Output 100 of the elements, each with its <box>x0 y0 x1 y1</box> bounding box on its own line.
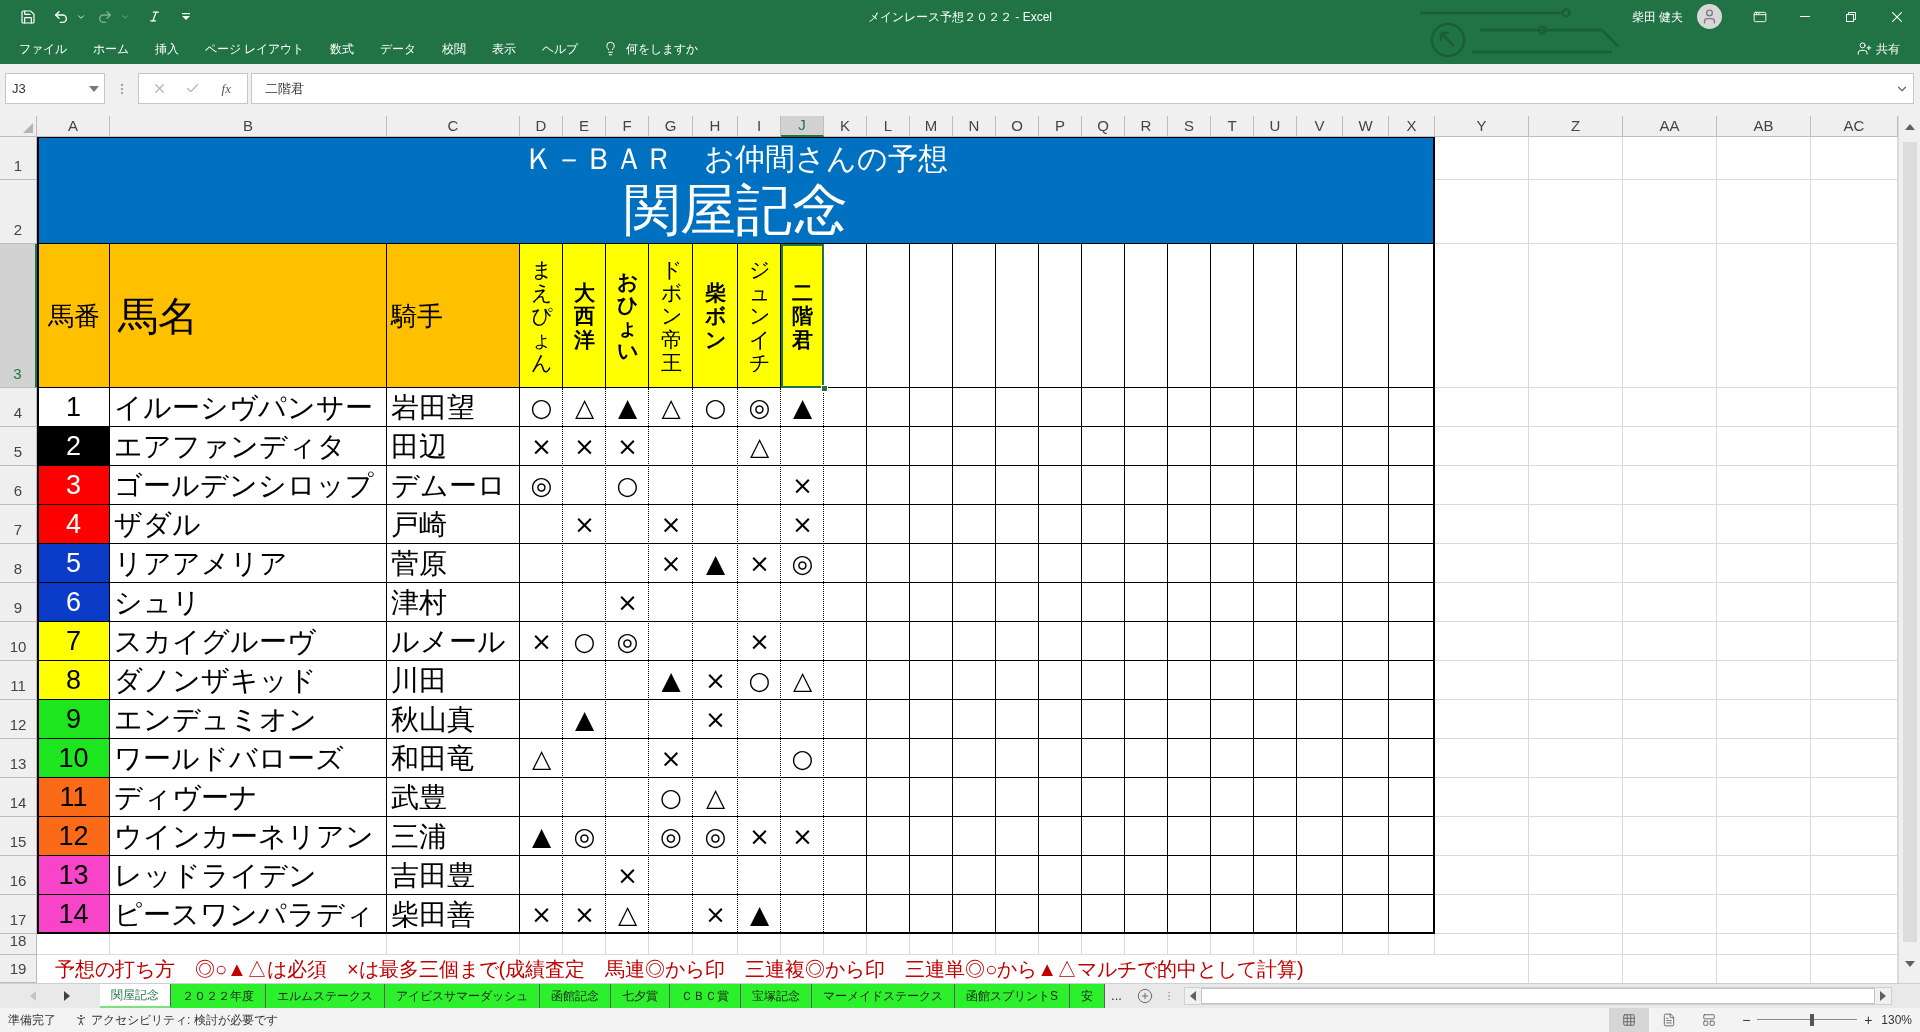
sheet-tab[interactable]: マーメイドステークス <box>812 984 955 1008</box>
horizontal-scrollbar[interactable] <box>1183 987 1892 1005</box>
sheet-tab[interactable]: 関屋記念 <box>100 984 171 1008</box>
column-header[interactable]: AC <box>1811 116 1898 137</box>
prediction-mark: × <box>531 434 552 459</box>
zoom-level-button[interactable]: 130% <box>1881 1011 1912 1029</box>
row-header[interactable]: 5 <box>0 427 37 466</box>
row-header[interactable]: 10 <box>0 622 37 661</box>
sheet-tab[interactable]: ＣＢＣ賞 <box>670 984 741 1008</box>
column-header[interactable]: N <box>953 116 996 137</box>
share-button[interactable]: 共有 <box>1857 35 1900 62</box>
ribbon-tab[interactable]: ヘルプ <box>529 35 592 62</box>
column-header[interactable]: O <box>996 116 1039 137</box>
column-header[interactable]: U <box>1254 116 1297 137</box>
sheet-tab[interactable]: エルムステークス <box>266 984 385 1008</box>
horse-name: シュリ <box>114 588 201 617</box>
ribbon-tab[interactable]: 挿入 <box>142 35 192 62</box>
row-header[interactable]: 11 <box>0 661 37 700</box>
sheet-tab[interactable]: 宝塚記念 <box>741 984 812 1008</box>
prediction-mark: × <box>617 863 638 888</box>
row-header[interactable]: 12 <box>0 700 37 739</box>
ribbon-tab[interactable]: ページ レイアウト <box>192 35 318 62</box>
row-header[interactable]: 15 <box>0 817 37 856</box>
row-header[interactable]: 17 <box>0 895 37 934</box>
column-header[interactable]: L <box>867 116 910 137</box>
ribbon-tab[interactable]: ホーム <box>80 35 142 62</box>
column-header[interactable]: K <box>824 116 867 137</box>
ribbon-tab[interactable]: 表示 <box>479 35 530 62</box>
column-header[interactable]: AA <box>1623 116 1717 137</box>
name-box[interactable]: J3 <box>5 73 105 104</box>
horse-name: ディヴーナ <box>114 783 258 812</box>
sheet-tab[interactable]: ２０２２年度 <box>171 984 266 1008</box>
prediction-mark: × <box>617 590 638 615</box>
tell-me-search[interactable]: 何をしますか <box>603 35 699 62</box>
ribbon-tab[interactable]: 校閲 <box>429 35 480 62</box>
row-header[interactable]: 13 <box>0 739 37 778</box>
row-header[interactable]: 1 <box>0 137 37 180</box>
column-header[interactable]: R <box>1125 116 1168 137</box>
zoom-out-button[interactable]: − <box>1739 1013 1754 1027</box>
row-header[interactable]: 19 <box>0 955 37 983</box>
ribbon-tab[interactable]: ファイル <box>6 35 80 62</box>
row-header[interactable]: 6 <box>0 466 37 505</box>
row-header[interactable]: 4 <box>0 388 37 427</box>
predictor-header: おひょい <box>606 244 649 388</box>
column-header[interactable]: AB <box>1717 116 1811 137</box>
row-header[interactable]: 16 <box>0 856 37 895</box>
sheet-title: Ｋ－ＢＡＲ お仲間さんの予想 <box>524 141 948 177</box>
column-header[interactable]: E <box>563 116 606 137</box>
column-header[interactable]: P <box>1039 116 1082 137</box>
vertical-scrollbar[interactable] <box>1898 116 1920 983</box>
column-header[interactable]: T <box>1211 116 1254 137</box>
sheet-tab[interactable]: 函館スプリントS <box>955 984 1070 1008</box>
column-header[interactable]: V <box>1297 116 1343 137</box>
sheet-tab[interactable]: 函館記念 <box>540 984 611 1008</box>
prediction-mark: ○ <box>530 395 553 420</box>
zoom-slider[interactable] <box>1757 1014 1858 1026</box>
horse-name: エンデュミオン <box>114 705 317 734</box>
fill-handle[interactable] <box>821 385 828 392</box>
normal-view-button[interactable] <box>1609 1008 1650 1032</box>
row-header[interactable]: 7 <box>0 505 37 544</box>
insert-function-button[interactable]: fx <box>214 76 239 101</box>
row-header[interactable]: 9 <box>0 583 37 622</box>
column-header[interactable]: B <box>110 116 387 137</box>
prediction-mark: × <box>705 902 726 927</box>
zoom-in-button[interactable]: + <box>1861 1013 1876 1027</box>
column-header[interactable]: Y <box>1435 116 1529 137</box>
prediction-mark: ◎ <box>616 629 639 654</box>
more-sheets-indicator[interactable]: ... <box>1111 984 1122 1008</box>
column-header[interactable]: G <box>649 116 693 137</box>
column-header[interactable]: A <box>37 116 110 137</box>
ribbon-tab[interactable]: データ <box>367 35 430 62</box>
row-header[interactable]: 8 <box>0 544 37 583</box>
zoom-slider-thumb[interactable] <box>1810 1014 1815 1026</box>
sheet-tab[interactable]: アイビスサマーダッシュ <box>385 984 540 1008</box>
avatar-icon[interactable] <box>1697 4 1722 29</box>
sheet-tab[interactable]: 七夕賞 <box>611 984 670 1008</box>
row-header[interactable]: 18 <box>0 934 37 955</box>
row-header[interactable]: 14 <box>0 778 37 817</box>
column-header[interactable]: Z <box>1529 116 1623 137</box>
column-header[interactable]: X <box>1389 116 1435 137</box>
formula-field[interactable]: 二階君 <box>251 73 1914 104</box>
column-header[interactable]: F <box>606 116 649 137</box>
column-header[interactable]: I <box>738 116 781 137</box>
row-header[interactable]: 3 <box>0 244 37 388</box>
column-header[interactable]: M <box>910 116 953 137</box>
column-header[interactable]: H <box>693 116 738 137</box>
column-header[interactable]: S <box>1168 116 1211 137</box>
prediction-mark: ◎ <box>660 824 682 849</box>
accessibility-status[interactable]: アクセシビリティ: 検討が必要です <box>74 1011 278 1029</box>
column-header[interactable]: D <box>520 116 563 137</box>
column-header[interactable]: W <box>1343 116 1389 137</box>
ribbon-tab[interactable]: 数式 <box>317 35 368 62</box>
prediction-mark: × <box>574 512 595 537</box>
column-header[interactable]: J <box>781 116 824 137</box>
scrollbar-thumb[interactable] <box>1200 988 1875 1004</box>
column-header[interactable]: Q <box>1082 116 1125 137</box>
sheet-tab[interactable]: 安 <box>1070 984 1105 1008</box>
column-header[interactable]: C <box>387 116 520 137</box>
row-header[interactable]: 2 <box>0 180 37 244</box>
horse-name: イルーシヴパンサー <box>114 393 373 422</box>
